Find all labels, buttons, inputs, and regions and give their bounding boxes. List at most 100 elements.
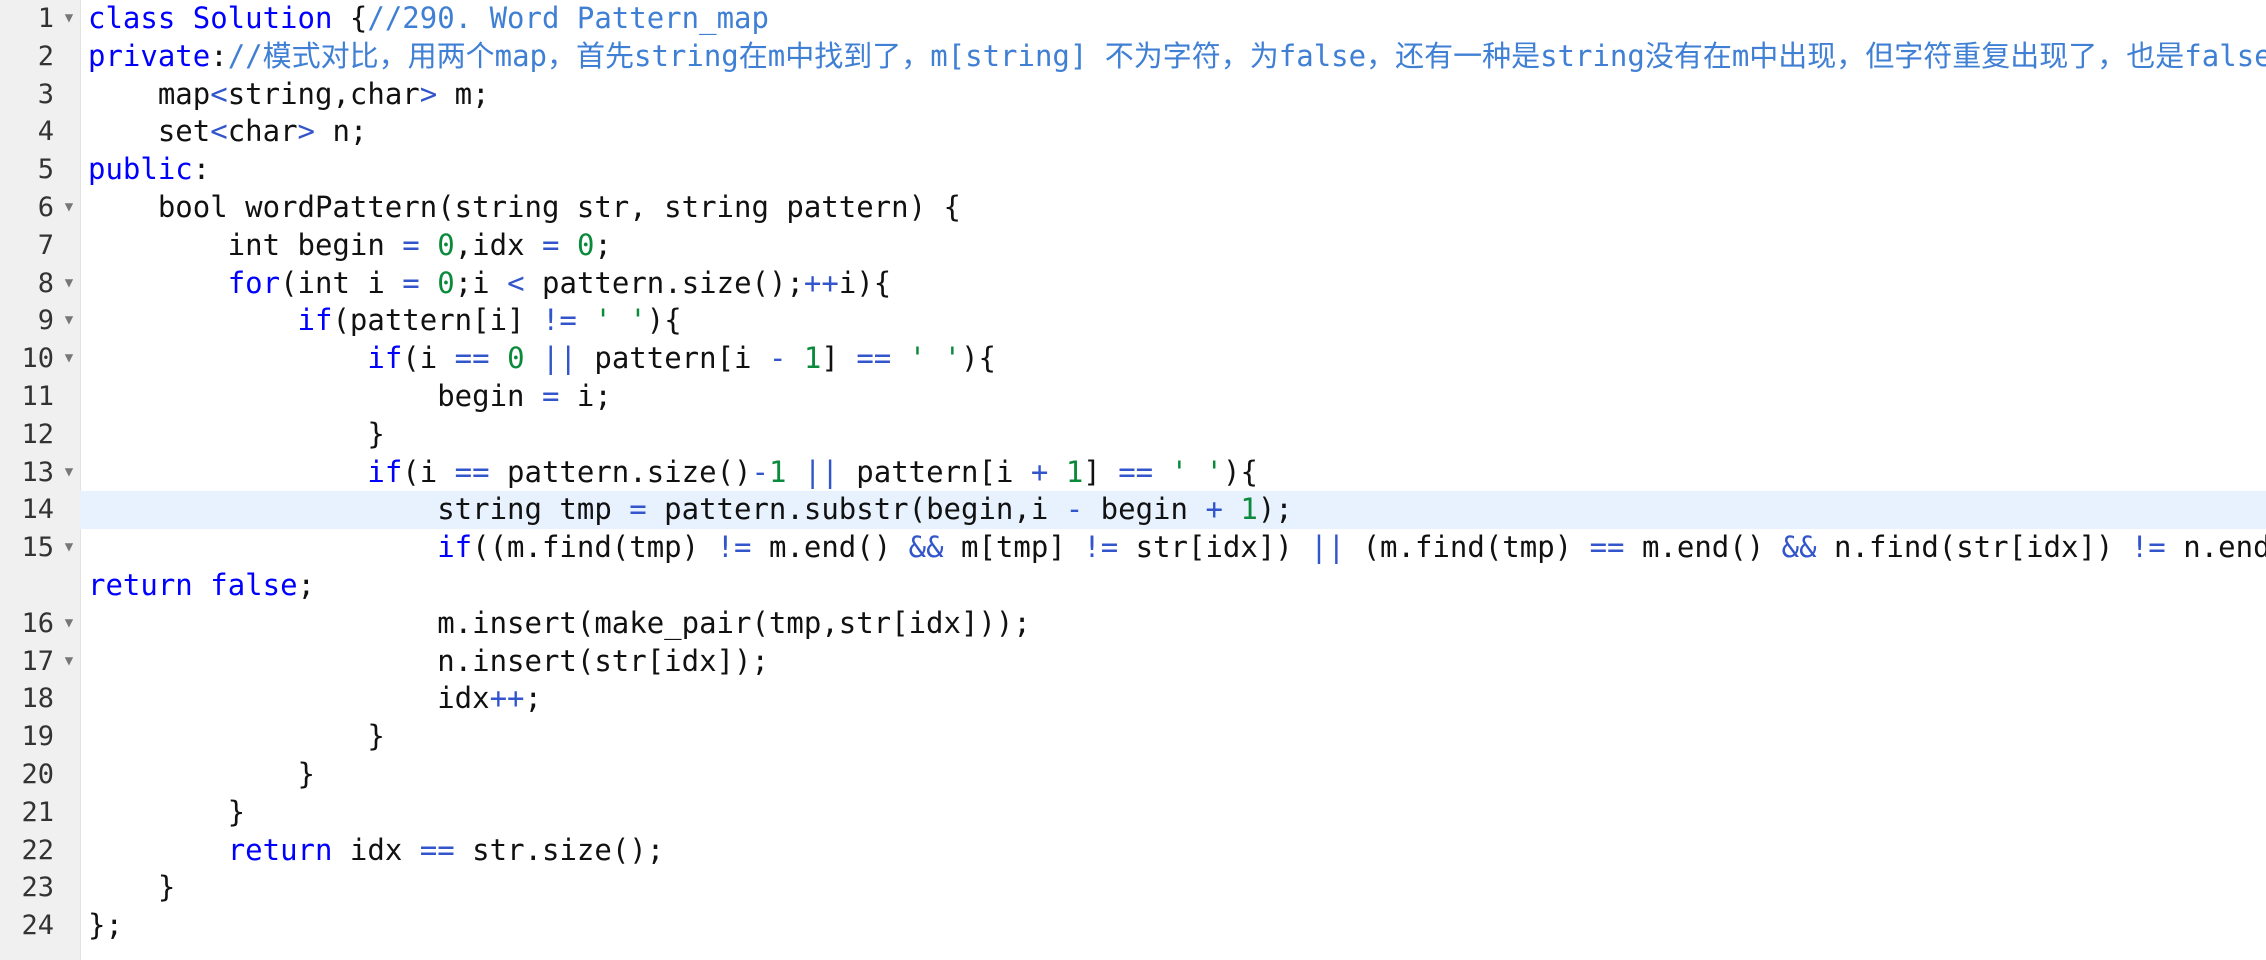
code-line[interactable]: 7 int begin = 0,idx = 0; (38, 227, 2266, 265)
code-line[interactable]: 2 private://模式对比，用两个map，首先string在m中找到了，m[… (38, 38, 2266, 76)
code-token: < (210, 76, 228, 111)
code-token: + (1030, 454, 1049, 489)
code-text: } (88, 870, 175, 904)
code-token: != (716, 530, 752, 565)
code-token: == (454, 341, 490, 376)
code-token: ; (594, 227, 612, 262)
code-token: for (227, 265, 281, 300)
code-text: if(i == 0 || pattern[i - 1] == ' '){ (88, 341, 996, 375)
code-text: n.insert(str[idx]); (88, 644, 769, 678)
code-line[interactable]: 12 } (21, 416, 2266, 454)
code-line[interactable]: 18 idx++; (21, 680, 2266, 718)
code-token: (pattern[i] (332, 303, 542, 338)
code-token: = (629, 492, 647, 527)
code-line[interactable]: 16 ▼ m.insert(make_pair(tmp,str[idx])); (21, 605, 2266, 643)
code-token: pattern[i (576, 341, 769, 376)
code-token: && (908, 530, 944, 565)
code-line[interactable]: 6 ▼ bool wordPattern(string str, string p… (38, 189, 2266, 227)
code-token: = (402, 227, 420, 262)
code-token: int begin (88, 227, 403, 262)
code-editor[interactable]: 1 ▼ class Solution {//290. Word Pattern_ma… (0, 0, 2266, 960)
code-token: ; (524, 681, 542, 716)
code-token: ((m.find(tmp) (472, 530, 717, 565)
code-token: 1 (803, 341, 822, 376)
code-token: == (454, 454, 490, 489)
code-line[interactable]: 4 set<char> n; (38, 113, 2266, 151)
chevron-down-icon[interactable]: ▼ (60, 454, 78, 492)
chevron-down-icon[interactable]: ▼ (60, 605, 78, 643)
code-text: } (88, 757, 315, 791)
chevron-down-icon[interactable]: ▼ (60, 643, 78, 681)
code-token: ' ' (594, 303, 647, 338)
code-token: { (349, 1, 368, 35)
code-text: class Solution {//290. Word Pattern_map (88, 1, 769, 35)
code-token: }; (88, 908, 123, 943)
code-token: map (88, 76, 211, 111)
chevron-down-icon[interactable]: ▼ (60, 529, 78, 567)
code-line[interactable]: 11 begin = i; (21, 378, 2266, 416)
line-number: 13 (21, 456, 54, 488)
code-line[interactable]: 21 } (21, 794, 2266, 832)
code-line[interactable]: 5 public: (38, 151, 2266, 189)
code-text: }; (88, 908, 123, 942)
code-line[interactable]: 13 ▼ if(i == pattern.size()-1 || pattern[… (21, 454, 2266, 492)
code-line[interactable]: 23 } (21, 869, 2266, 907)
code-token: m.end() (751, 530, 909, 565)
code-token: 0 (437, 265, 455, 300)
code-token: str[idx]) (1118, 530, 1311, 565)
code-token: ;i (454, 265, 508, 300)
code-token: : (210, 38, 228, 73)
code-token: || (1310, 530, 1346, 565)
code-line[interactable]: 24}; (21, 907, 2266, 945)
code-area[interactable]: 1 ▼ class Solution {//290. Word Pattern_ma… (21, 0, 2266, 945)
chevron-down-icon[interactable]: ▼ (60, 189, 78, 227)
code-token: 1 (1065, 454, 1084, 489)
code-line[interactable]: 1 ▼ class Solution {//290. Word Pattern_ma… (38, 0, 2266, 38)
code-text: bool wordPattern(string str, string patt… (88, 190, 961, 224)
code-text: idx++; (88, 681, 542, 715)
code-token: idx (332, 832, 420, 867)
line-number: 15 (21, 532, 54, 564)
code-text: if(pattern[i] != ' '){ (88, 303, 682, 337)
code-line[interactable]: 15 ▼ if((m.find(tmp) != m.end() && m[tmp]… (21, 529, 2266, 605)
code-token: begin (88, 378, 542, 413)
code-line[interactable]: 1 0 ▼ if(i == 0 || pattern[i - 1] == ' '){ (21, 340, 2266, 378)
chevron-down-icon[interactable]: ▼ (60, 340, 78, 378)
code-line[interactable]: 3 map<string,char> m; (38, 76, 2266, 114)
code-token: - (751, 454, 769, 489)
code-token: n; (315, 114, 368, 149)
code-token: ' ' (1170, 454, 1223, 489)
line-number: 4 (37, 116, 54, 148)
code-token: pattern[i (838, 454, 1031, 489)
code-token: if (437, 530, 473, 565)
code-text: map<string,char> m; (88, 77, 490, 111)
line-number: 19 (21, 721, 54, 753)
line-number: 20 (21, 758, 54, 790)
chevron-down-icon[interactable]: ▼ (60, 0, 78, 38)
code-token: } (88, 794, 246, 829)
code-token: m.end() (1624, 530, 1782, 565)
code-text: private://模式对比，用两个map，首先string在m中找到了，m[s… (88, 39, 2266, 73)
code-text: m.insert(make_pair(tmp,str[idx])); (88, 606, 1031, 640)
code-line[interactable]: 20 } (21, 756, 2266, 794)
code-token: false (210, 567, 298, 602)
chevron-down-icon[interactable]: ▼ (60, 302, 78, 340)
chevron-down-icon[interactable]: ▼ (60, 265, 78, 303)
code-line[interactable]: 8 ▼ for(int i = 0;i < pattern.size();++i)… (38, 265, 2266, 303)
code-line[interactable]: 14 string tmp = pattern.substr(begin,i -… (21, 491, 2266, 529)
code-text: if(i == pattern.size()-1 || pattern[i + … (88, 455, 1258, 489)
code-token: ){ (1223, 454, 1258, 489)
code-line[interactable]: 19 } (21, 718, 2266, 756)
code-token: 0 (507, 341, 525, 376)
code-text: begin = i; (88, 379, 612, 413)
code-line[interactable]: 17 ▼ n.insert(str[idx]); (21, 643, 2266, 681)
code-line[interactable]: 9 ▼ if(pattern[i] != ' '){ (38, 302, 2266, 340)
code-line[interactable]: 22 return idx == str.size(); (21, 832, 2266, 870)
code-token: ; (297, 567, 316, 602)
code-token: begin (1083, 492, 1206, 527)
